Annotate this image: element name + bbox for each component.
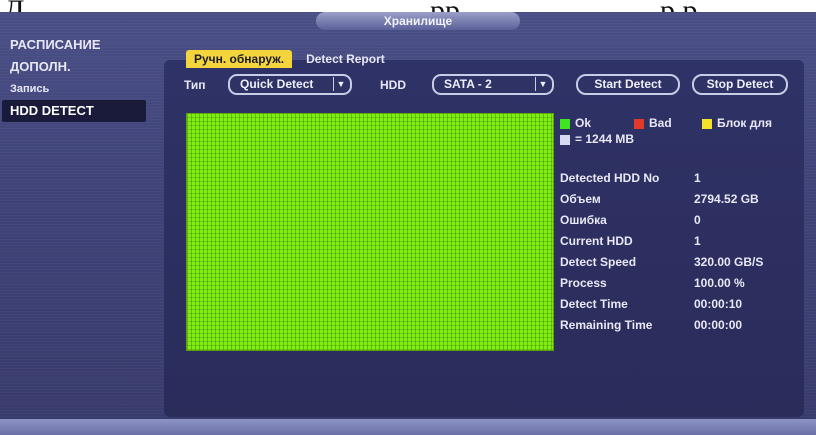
hdd-select[interactable]: SATA - 2 ▼ [432, 74, 554, 95]
start-detect-button[interactable]: Start Detect [576, 74, 680, 95]
bad-swatch-icon [634, 118, 644, 129]
controls-row: Тип Quick Detect ▼ HDD SATA - 2 ▼ Start … [184, 74, 804, 98]
bottom-bar [0, 419, 816, 435]
tab-bar: Ручн. обнаруж. Detect Report [186, 50, 399, 70]
dvr-screen: Хранилище РАСПИСАНИЕ ДОПОЛН. Запись HDD … [0, 12, 816, 435]
type-select-value: Quick Detect [240, 77, 314, 91]
block-swatch-icon [702, 118, 712, 129]
type-select[interactable]: Quick Detect ▼ [228, 74, 352, 95]
sidebar: РАСПИСАНИЕ ДОПОЛН. Запись HDD DETECT [2, 34, 146, 122]
sidebar-item-schedule[interactable]: РАСПИСАНИЕ [2, 34, 146, 56]
disk-block-map [186, 113, 554, 351]
info-row: Объем 2794.52 GB [560, 192, 759, 206]
sidebar-item-hdd-detect[interactable]: HDD DETECT [2, 100, 146, 122]
tab-detect-report[interactable]: Detect Report [298, 50, 393, 68]
sidebar-item-advanced[interactable]: ДОПОЛН. [2, 56, 146, 78]
info-row: Remaining Time 00:00:00 [560, 318, 743, 332]
legend-bad: Bad [634, 116, 672, 130]
window-title: Хранилище [316, 12, 520, 30]
ok-swatch-icon [560, 118, 570, 129]
hdd-select-value: SATA - 2 [444, 77, 492, 91]
info-row: Detected HDD No 1 [560, 171, 701, 185]
stop-detect-button[interactable]: Stop Detect [692, 74, 788, 95]
legend-unit: = 1244 MB [560, 132, 634, 146]
info-row: Detect Time 00:00:10 [560, 297, 743, 311]
sidebar-item-record[interactable]: Запись [2, 78, 146, 100]
info-row: Ошибка 0 [560, 213, 701, 227]
unit-swatch-icon [560, 134, 570, 145]
chevron-down-icon: ▼ [333, 77, 348, 91]
tab-manual-detect[interactable]: Ручн. обнаруж. [186, 50, 293, 68]
legend-ok: Ok [560, 116, 591, 130]
hdd-detect-panel: Ручн. обнаруж. Detect Report Тип Quick D… [164, 50, 804, 417]
info-row: Detect Speed 320.00 GB/S [560, 255, 764, 269]
legend-block: Блок для [702, 116, 772, 130]
hdd-label: HDD [380, 78, 406, 92]
chevron-down-icon: ▼ [535, 77, 550, 91]
detect-info-list: Detected HDD No 1 Объем 2794.52 GB Ошибка 0… [560, 168, 800, 336]
info-row: Process 100.00 % [560, 276, 745, 290]
info-row: Current HDD 1 [560, 234, 701, 248]
type-label: Тип [184, 78, 206, 92]
